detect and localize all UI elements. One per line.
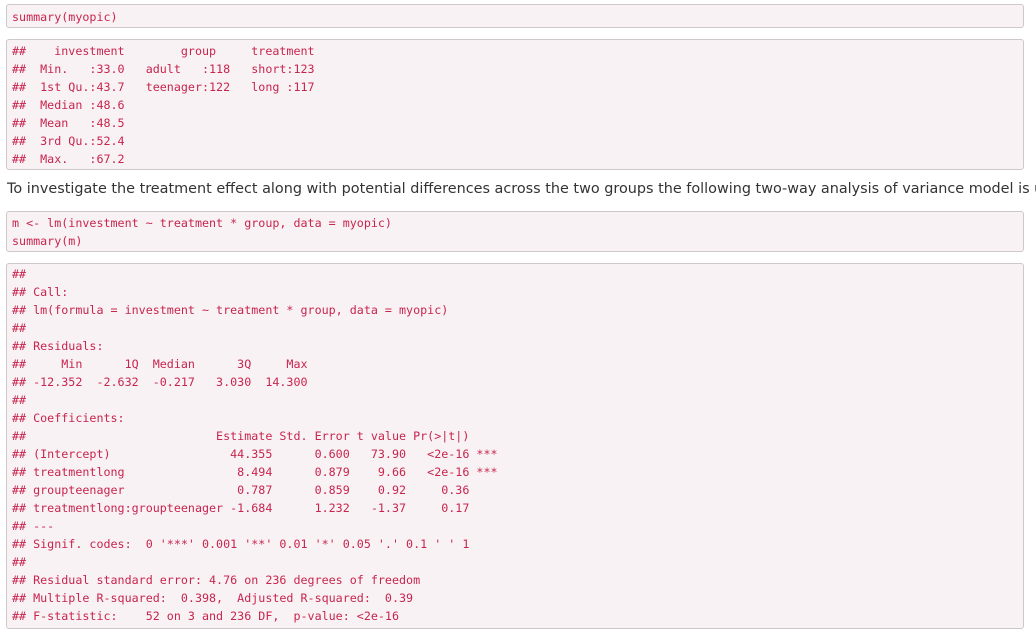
output-line: ## Coefficients: [12,411,125,425]
code-input-summary-myopic: summary(myopic) [6,4,1024,28]
output-line: ## groupteenager 0.787 0.859 0.92 0.36 [12,483,470,497]
output-line: ## [12,555,27,569]
output-line: ## Mean :48.5 [12,116,125,130]
code-input-lm-model: m <- lm(investment ~ treatment * group, … [6,211,1024,252]
output-line: ## Residuals: [12,339,104,353]
output-line: ## Signif. codes: 0 '***' 0.001 '**' 0.0… [12,537,470,551]
code-line: summary(myopic) [12,10,118,24]
code-output-summary-myopic: ## investment group treatment ## Min. :3… [6,39,1024,170]
output-line: ## [12,393,27,407]
code-line: m <- lm(investment ~ treatment * group, … [12,216,392,230]
output-line: ## Call: [12,285,69,299]
explanatory-paragraph: To investigate the treatment effect alon… [7,181,1036,197]
output-line: ## [12,267,27,281]
output-line: ## 3rd Qu.:52.4 [12,134,125,148]
output-line: ## -12.352 -2.632 -0.217 3.030 14.300 [12,375,308,389]
output-line: ## Max. :67.2 [12,152,125,166]
output-line: ## F-statistic: 52 on 3 and 236 DF, p-va… [12,609,400,623]
output-line: ## (Intercept) 44.355 0.600 73.90 <2e-16… [12,447,498,461]
output-line: ## investment group treatment [12,44,315,58]
output-line: ## lm(formula = investment ~ treatment *… [12,303,449,317]
output-line: ## treatmentlong:groupteenager -1.684 1.… [12,501,470,515]
output-line: ## Min. :33.0 adult :118 short:123 [12,62,315,76]
output-line: ## Residual standard error: 4.76 on 236 … [12,573,421,587]
code-line: summary(m) [12,234,83,248]
output-line: ## Estimate Std. Error t value Pr(>|t|) [12,429,470,443]
output-line: ## [12,321,27,335]
output-line: ## --- [12,519,55,533]
output-line: ## Multiple R-squared: 0.398, Adjusted R… [12,591,414,605]
code-output-lm-summary: ## ## Call: ## lm(formula = investment ~… [6,263,1024,629]
output-line: ## Median :48.6 [12,98,125,112]
output-line: ## 1st Qu.:43.7 teenager:122 long :117 [12,80,315,94]
output-line: ## treatmentlong 8.494 0.879 9.66 <2e-16… [12,465,498,479]
output-line: ## Min 1Q Median 3Q Max [12,357,308,371]
